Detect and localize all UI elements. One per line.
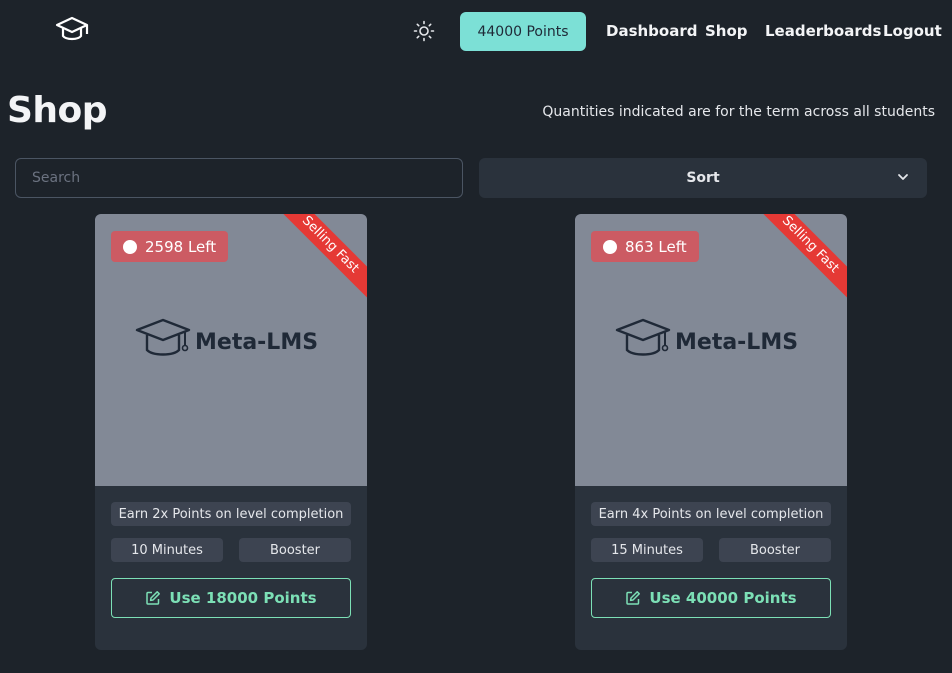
status-dot (603, 239, 617, 254)
meta-lms-logo: Meta-LMS (615, 318, 798, 356)
item-image: Selling Fast 2598 Left Meta-LMS (95, 214, 367, 486)
brand-text: Meta-LMS (195, 330, 318, 355)
shop-item-card: Selling Fast 863 Left Meta-LMS Earn 4x P… (575, 214, 847, 650)
edit-icon (626, 591, 641, 605)
edit-icon (146, 591, 161, 605)
nav-link-logout[interactable]: Logout (883, 22, 942, 40)
meta-lms-logo: Meta-LMS (135, 318, 318, 356)
graduation-cap-icon[interactable] (54, 14, 90, 46)
use-points-label: Use 40000 Points (649, 589, 797, 607)
item-type: Booster (239, 538, 351, 562)
sun-icon[interactable] (412, 19, 436, 43)
search-input[interactable] (15, 158, 463, 198)
item-image: Selling Fast 863 Left Meta-LMS (575, 214, 847, 486)
sort-label: Sort (686, 170, 720, 186)
nav-link-shop[interactable]: Shop (705, 22, 748, 40)
nav-link-dashboard[interactable]: Dashboard (606, 22, 697, 40)
selling-fast-ribbon: Selling Fast (757, 214, 847, 304)
stock-label: 2598 Left (145, 237, 217, 256)
use-points-button[interactable]: Use 40000 Points (591, 578, 831, 618)
navbar: 44000 Points Dashboard Shop Leaderboards… (0, 0, 952, 64)
sort-select[interactable]: Sort (479, 158, 927, 198)
page-title: Shop (7, 90, 108, 131)
stock-badge: 2598 Left (111, 231, 229, 262)
use-points-label: Use 18000 Points (169, 589, 317, 607)
item-duration: 10 Minutes (111, 538, 223, 562)
selling-fast-ribbon: Selling Fast (277, 214, 367, 304)
item-description: Earn 2x Points on level completion (111, 502, 351, 526)
quantities-note: Quantities indicated are for the term ac… (542, 104, 935, 120)
use-points-button[interactable]: Use 18000 Points (111, 578, 351, 618)
stock-label: 863 Left (625, 237, 687, 256)
shop-item-card: Selling Fast 2598 Left Meta-LMS Earn 2x … (95, 214, 367, 650)
item-type: Booster (719, 538, 831, 562)
status-dot (123, 239, 137, 254)
item-description: Earn 4x Points on level completion (591, 502, 831, 526)
chevron-down-icon (898, 174, 908, 180)
item-duration: 15 Minutes (591, 538, 703, 562)
brand-text: Meta-LMS (675, 330, 798, 355)
points-button[interactable]: 44000 Points (460, 12, 586, 51)
nav-link-leaderboards[interactable]: Leaderboards (765, 22, 881, 40)
stock-badge: 863 Left (591, 231, 699, 262)
